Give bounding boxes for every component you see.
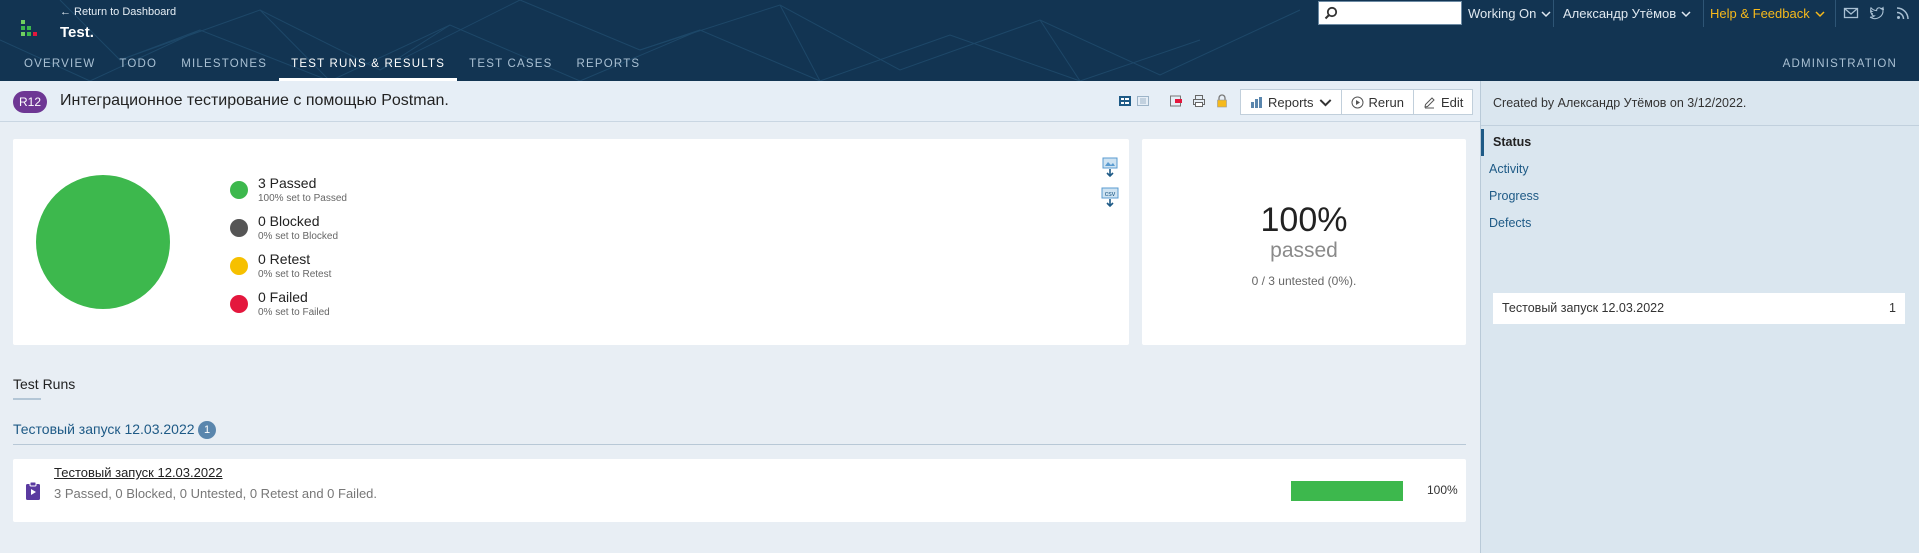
run-group-count-badge: 1 — [198, 421, 216, 439]
rerun-button[interactable]: Rerun — [1342, 90, 1414, 114]
legend-sublabel: 0% set to Retest — [258, 269, 332, 280]
failed-dot-icon — [230, 295, 248, 313]
legend-label: 3 Passed — [258, 175, 317, 191]
reports-label: Reports — [1268, 94, 1314, 110]
header-divider — [1553, 0, 1554, 27]
export-icon[interactable] — [1169, 94, 1183, 108]
search-icon — [1324, 6, 1338, 20]
tab-test-runs-results[interactable]: TEST RUNS & RESULTS — [279, 50, 458, 81]
print-icon[interactable] — [1192, 94, 1206, 108]
test-run-row: Тестовый запуск 12.03.2022 3 Passed, 0 B… — [13, 459, 1466, 522]
search-box — [1318, 1, 1462, 25]
user-name: Александр Утёмов — [1563, 6, 1677, 21]
legend-sublabel: 0% set to Failed — [258, 307, 330, 318]
legend-sublabel: 100% set to Passed — [258, 193, 347, 204]
search-input[interactable] — [1319, 2, 1461, 24]
tab-test-cases[interactable]: TEST CASES — [457, 50, 564, 81]
view-compact-icon[interactable] — [1118, 94, 1132, 108]
help-feedback-dropdown[interactable]: Help & Feedback — [1710, 6, 1825, 21]
working-on-label: Working On — [1468, 6, 1537, 21]
test-runs-heading: Test Runs — [13, 376, 76, 392]
user-menu-dropdown[interactable]: Александр Утёмов — [1563, 6, 1691, 21]
pie-slice-passed — [36, 175, 170, 309]
header-divider — [1703, 0, 1704, 27]
pass-percentage-label: passed — [1270, 239, 1338, 262]
sidebar-item-progress[interactable]: Progress — [1481, 183, 1919, 210]
sidebar-list-count: 1 — [1889, 301, 1896, 315]
retest-dot-icon — [230, 257, 248, 275]
return-to-dashboard-link[interactable]: ← Return to Dashboard — [60, 6, 176, 18]
rss-icon[interactable] — [1895, 5, 1911, 21]
sidebar-item-status[interactable]: Status — [1481, 129, 1919, 156]
legend-label: 0 Failed — [258, 289, 308, 305]
sidebar-list-item[interactable]: Тестовый запуск 12.03.2022 1 — [1493, 293, 1905, 324]
sidebar-nav: Status Activity Progress Defects — [1481, 129, 1919, 237]
help-feedback-label: Help & Feedback — [1710, 6, 1810, 21]
progress-fill — [1291, 481, 1403, 501]
edit-label: Edit — [1440, 94, 1464, 110]
rerun-label: Rerun — [1368, 94, 1404, 110]
run-title: Интеграционное тестирование с помощью Po… — [60, 92, 449, 109]
testrail-logo-icon — [21, 20, 37, 36]
view-details-icon[interactable] — [1136, 94, 1150, 108]
header-divider — [1835, 0, 1836, 27]
heading-underline — [13, 398, 41, 400]
test-run-link[interactable]: Тестовый запуск 12.03.2022 — [54, 465, 223, 480]
tab-milestones[interactable]: MILESTONES — [169, 50, 279, 81]
pencil-icon — [1424, 96, 1435, 108]
download-csv-icon[interactable]: csv — [1100, 187, 1120, 209]
created-by-text: Created by Александр Утёмов on 3/12/2022… — [1493, 96, 1747, 110]
project-title: Test. — [60, 24, 94, 41]
twitter-icon[interactable] — [1869, 5, 1885, 21]
run-group-title: Тестовый запуск 12.03.2022 — [13, 421, 195, 437]
divider — [1481, 125, 1919, 126]
chevron-down-icon — [1681, 10, 1691, 17]
legend-sublabel: 0% set to Blocked — [258, 231, 339, 242]
untested-summary: 0 / 3 untested (0%). — [1251, 274, 1357, 288]
sidebar-item-activity[interactable]: Activity — [1481, 156, 1919, 183]
test-run-icon — [26, 481, 40, 500]
pass-rate-card: 100% passed 0 / 3 untested (0%). — [1142, 139, 1466, 345]
run-action-buttons: Reports Rerun Edit — [1240, 89, 1474, 115]
main-nav: OVERVIEW TODO MILESTONES TEST RUNS & RES… — [12, 50, 652, 81]
reports-dropdown-button[interactable]: Reports — [1241, 90, 1342, 114]
passed-dot-icon — [230, 181, 248, 199]
edit-button[interactable]: Edit — [1414, 90, 1472, 114]
working-on-dropdown[interactable]: Working On — [1468, 6, 1551, 21]
lock-icon[interactable] — [1215, 94, 1229, 108]
download-image-icon[interactable] — [1100, 157, 1120, 179]
legend-label: 0 Retest — [258, 251, 311, 267]
right-sidebar: Created by Александр Утёмов on 3/12/2022… — [1480, 81, 1919, 553]
run-id-badge: R12 — [13, 91, 47, 113]
test-run-progress-label: 100% — [1427, 483, 1458, 497]
tab-todo[interactable]: TODO — [107, 50, 169, 81]
status-chart-card: 3 Passed 100% set to Passed 0 Blocked 0%… — [13, 139, 1129, 345]
tab-overview[interactable]: OVERVIEW — [12, 50, 107, 81]
bar-chart-icon — [1251, 96, 1262, 108]
chevron-down-icon — [1541, 10, 1551, 17]
test-run-progress-bar — [1291, 481, 1403, 501]
blocked-dot-icon — [230, 219, 248, 237]
sidebar-list-label: Тестовый запуск 12.03.2022 — [1502, 301, 1665, 315]
chevron-down-icon — [1815, 10, 1825, 17]
tab-reports[interactable]: REPORTS — [565, 50, 653, 81]
divider — [13, 444, 1466, 445]
legend-label: 0 Blocked — [258, 213, 320, 229]
mail-icon[interactable] — [1843, 5, 1859, 21]
top-header: ← Return to Dashboard Test. OVERVIEW TOD… — [0, 0, 1919, 81]
svg-text:csv: csv — [1105, 191, 1116, 198]
administration-link[interactable]: ADMINISTRATION — [1783, 58, 1897, 70]
sidebar-item-defects[interactable]: Defects — [1481, 210, 1919, 237]
chevron-down-icon — [1319, 98, 1331, 106]
pass-percentage: 100% — [1260, 201, 1348, 239]
test-run-summary: 3 Passed, 0 Blocked, 0 Untested, 0 Retes… — [54, 486, 378, 501]
play-circle-icon — [1351, 96, 1364, 108]
run-title-bar: R12 Интеграционное тестирование с помощь… — [0, 81, 1480, 122]
status-pie-chart — [36, 175, 170, 309]
